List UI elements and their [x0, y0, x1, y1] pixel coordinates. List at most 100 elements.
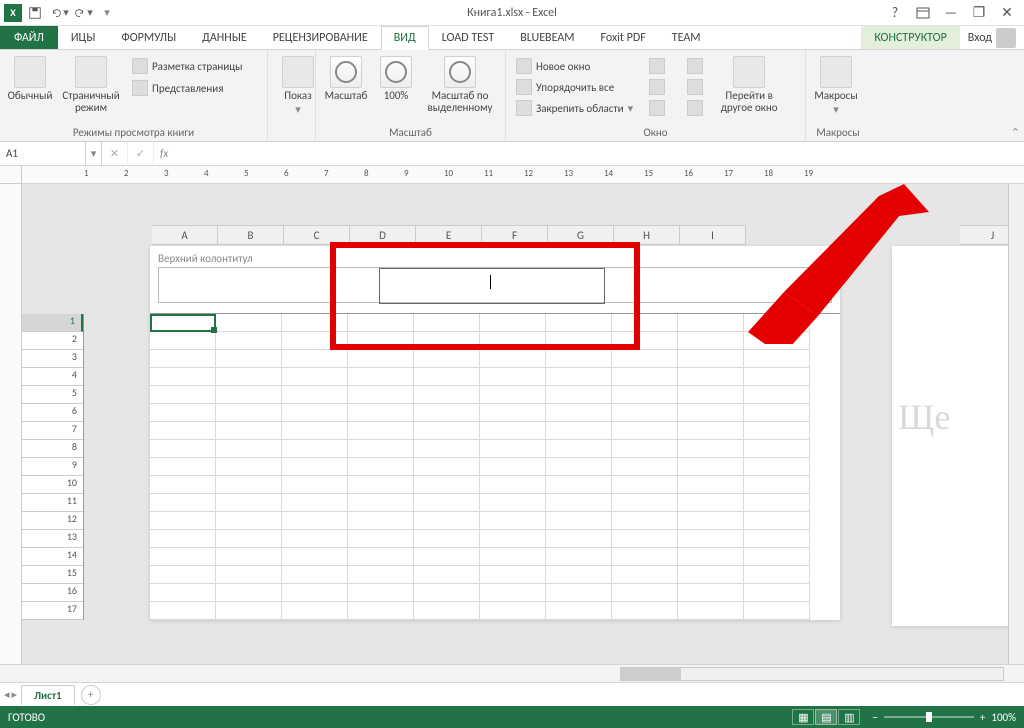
tab-bluebeam[interactable]: BLUEBEAM	[507, 26, 587, 49]
cell[interactable]	[282, 332, 348, 350]
cell[interactable]	[216, 314, 282, 332]
view-normal-icon[interactable]: ▦	[792, 709, 814, 725]
cell[interactable]	[678, 494, 744, 512]
cell[interactable]	[612, 602, 678, 620]
cell[interactable]	[744, 566, 810, 584]
cancel-icon[interactable]: ✕	[102, 142, 128, 165]
cell[interactable]	[348, 458, 414, 476]
cell[interactable]	[480, 314, 546, 332]
cell[interactable]	[480, 566, 546, 584]
zoom-control[interactable]: − + 100%	[872, 711, 1016, 724]
fx-icon[interactable]: fx	[154, 147, 174, 160]
cell[interactable]	[348, 566, 414, 584]
cell[interactable]	[744, 530, 810, 548]
row-header-10[interactable]: 10	[22, 476, 83, 494]
cell[interactable]	[414, 350, 480, 368]
cell[interactable]	[216, 440, 282, 458]
cell[interactable]	[480, 494, 546, 512]
name-box-dropdown[interactable]: ▾	[86, 142, 102, 165]
cell[interactable]	[414, 458, 480, 476]
cell[interactable]	[150, 548, 216, 566]
cell[interactable]	[414, 368, 480, 386]
sheet-nav-first-icon[interactable]: ◂	[4, 688, 10, 701]
cell[interactable]	[150, 386, 216, 404]
cell[interactable]	[348, 584, 414, 602]
cell[interactable]	[612, 314, 678, 332]
row-header-14[interactable]: 14	[22, 548, 83, 566]
cell[interactable]	[150, 494, 216, 512]
cell[interactable]	[744, 404, 810, 422]
row-header-3[interactable]: 3	[22, 350, 83, 368]
cell[interactable]	[546, 404, 612, 422]
cell[interactable]	[150, 458, 216, 476]
col-header-B[interactable]: B	[218, 225, 284, 245]
new-window-button[interactable]: Новое окно	[512, 56, 637, 76]
cell[interactable]	[744, 422, 810, 440]
cell[interactable]	[414, 512, 480, 530]
cell[interactable]	[678, 530, 744, 548]
help-button[interactable]: ?	[882, 1, 908, 25]
cell[interactable]	[348, 422, 414, 440]
cell[interactable]	[348, 476, 414, 494]
cell[interactable]	[282, 404, 348, 422]
cell[interactable]	[414, 332, 480, 350]
cell[interactable]	[480, 512, 546, 530]
cell[interactable]	[414, 494, 480, 512]
cell[interactable]	[612, 368, 678, 386]
cell[interactable]	[546, 584, 612, 602]
cell[interactable]	[348, 548, 414, 566]
cell[interactable]	[150, 368, 216, 386]
cell[interactable]	[216, 566, 282, 584]
col-header-C[interactable]: C	[284, 225, 350, 245]
cell[interactable]	[282, 386, 348, 404]
cell[interactable]	[546, 386, 612, 404]
zoom-selection-button[interactable]: Масштаб по выделенному	[422, 54, 498, 116]
cell[interactable]	[678, 566, 744, 584]
unhide-button[interactable]	[645, 98, 669, 118]
cell[interactable]	[282, 602, 348, 620]
cell[interactable]	[546, 548, 612, 566]
cell[interactable]	[282, 584, 348, 602]
view-pagelayout-icon[interactable]: ▤	[815, 709, 837, 725]
macros-button[interactable]: Макросы▾	[812, 54, 860, 118]
cell[interactable]	[480, 602, 546, 620]
cell[interactable]	[744, 332, 810, 350]
cell[interactable]	[612, 584, 678, 602]
formula-input[interactable]	[174, 142, 1024, 165]
cell[interactable]	[282, 440, 348, 458]
cell[interactable]	[678, 458, 744, 476]
cell[interactable]	[480, 404, 546, 422]
ribbon-display-button[interactable]	[910, 1, 936, 25]
cell[interactable]	[480, 458, 546, 476]
cell[interactable]	[678, 404, 744, 422]
view-normal-button[interactable]: Обычный	[6, 54, 54, 116]
cell[interactable]	[546, 512, 612, 530]
cell[interactable]	[744, 458, 810, 476]
header-box[interactable]	[158, 267, 832, 303]
cell[interactable]	[744, 494, 810, 512]
cell[interactable]	[282, 422, 348, 440]
vertical-scrollbar[interactable]	[1008, 184, 1024, 664]
cell[interactable]	[744, 602, 810, 620]
cell[interactable]	[546, 566, 612, 584]
cell[interactable]	[216, 368, 282, 386]
cell[interactable]	[612, 422, 678, 440]
col-header-I[interactable]: I	[680, 225, 746, 245]
cell[interactable]	[282, 368, 348, 386]
cell[interactable]	[546, 476, 612, 494]
cell[interactable]	[480, 440, 546, 458]
cell[interactable]	[282, 530, 348, 548]
cell[interactable]	[150, 476, 216, 494]
cell[interactable]	[546, 602, 612, 620]
qat-customize[interactable]: ▾	[96, 2, 118, 24]
row-header-11[interactable]: 11	[22, 494, 83, 512]
show-button[interactable]: Показ▾	[274, 54, 322, 118]
cell[interactable]	[216, 602, 282, 620]
cell[interactable]	[150, 332, 216, 350]
cell[interactable]	[216, 422, 282, 440]
close-button[interactable]: ✕	[994, 1, 1020, 25]
cell[interactable]	[348, 602, 414, 620]
cell[interactable]	[480, 368, 546, 386]
cell[interactable]	[612, 476, 678, 494]
sheet-nav-last-icon[interactable]: ▸	[12, 688, 18, 701]
